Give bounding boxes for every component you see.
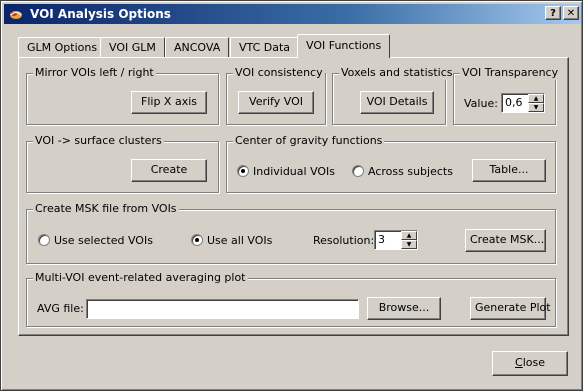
- across-subjects-label: Across subjects: [368, 165, 453, 178]
- radio-selected-dot: [195, 238, 199, 242]
- voi-details-button[interactable]: VOI Details: [360, 91, 434, 114]
- avg-file-input[interactable]: [86, 299, 359, 319]
- close-window-button[interactable]: ✕: [563, 6, 579, 20]
- use-selected-vois-label: Use selected VOIs: [54, 234, 153, 247]
- across-subjects-radio[interactable]: [352, 165, 364, 177]
- gravity-group-title: Center of gravity functions: [233, 134, 385, 148]
- spin-up-icon[interactable]: ▲: [528, 94, 544, 103]
- avg-file-label: AVG file:: [37, 302, 84, 315]
- transparency-group-title: VOI Transparency: [460, 66, 561, 80]
- tab-vtc-data[interactable]: VTC Data: [230, 37, 300, 57]
- window-title: VOI Analysis Options: [30, 7, 171, 21]
- individual-vois-label: Individual VOIs: [253, 165, 336, 178]
- individual-vois-radio[interactable]: [237, 165, 249, 177]
- tab-voi-functions[interactable]: VOI Functions: [297, 34, 391, 58]
- tab-glm-options[interactable]: GLM Options: [18, 37, 107, 57]
- resolution-spinbox[interactable]: 3 ▲ ▼: [374, 230, 418, 250]
- msk-group-title: Create MSK file from VOIs: [33, 202, 179, 216]
- brain-app-icon: [10, 11, 22, 19]
- close-button[interactable]: Close: [492, 351, 568, 376]
- help-button[interactable]: ?: [545, 6, 561, 20]
- close-button-label: lose: [522, 356, 545, 369]
- use-all-vois-radio[interactable]: [191, 234, 203, 246]
- tab-ancova[interactable]: ANCOVA: [165, 37, 230, 57]
- use-all-vois-label: Use all VOIs: [207, 234, 273, 247]
- resolution-value: 3: [378, 233, 385, 246]
- flip-x-axis-button[interactable]: Flip X axis: [131, 91, 207, 114]
- transparency-value: 0,6: [505, 96, 523, 109]
- title-bar[interactable]: VOI Analysis Options ? ✕: [4, 4, 581, 24]
- gravity-table-button[interactable]: Table...: [472, 159, 546, 182]
- use-selected-vois-radio[interactable]: [38, 234, 50, 246]
- dialog-window: VOI Analysis Options ? ✕ GLM Options VOI…: [0, 0, 583, 391]
- browse-button[interactable]: Browse...: [367, 297, 441, 320]
- create-surface-clusters-button[interactable]: Create: [131, 159, 207, 182]
- resolution-label: Resolution:: [313, 234, 375, 247]
- mirror-group-title: Mirror VOIs left / right: [33, 66, 156, 80]
- verify-voi-button[interactable]: Verify VOI: [238, 91, 314, 114]
- create-msk-button[interactable]: Create MSK...: [465, 229, 546, 252]
- spin-down-icon[interactable]: ▼: [528, 103, 544, 112]
- spin-down-icon[interactable]: ▼: [401, 240, 417, 249]
- transparency-value-label: Value:: [464, 97, 498, 110]
- avg-group-title: Multi-VOI event-related averaging plot: [33, 271, 248, 285]
- generate-plot-button[interactable]: Generate Plot: [470, 297, 551, 320]
- voxels-group-title: Voxels and statistics: [339, 66, 455, 80]
- transparency-spinbox[interactable]: 0,6 ▲ ▼: [501, 93, 545, 113]
- tab-voi-glm[interactable]: VOI GLM: [100, 37, 165, 57]
- spin-up-icon[interactable]: ▲: [401, 231, 417, 240]
- consistency-group-title: VOI consistency: [233, 66, 325, 80]
- surface-group-title: VOI -> surface clusters: [33, 134, 164, 148]
- radio-selected-dot: [241, 169, 245, 173]
- close-button-mnemonic: C: [515, 356, 523, 369]
